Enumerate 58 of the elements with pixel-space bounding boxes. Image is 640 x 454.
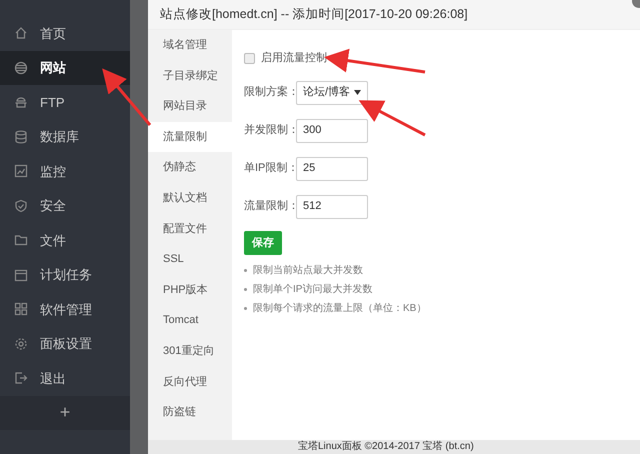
tab[interactable]: 301重定向	[148, 336, 232, 367]
tab[interactable]: 配置文件	[148, 214, 232, 244]
bullet-icon	[244, 269, 247, 272]
shield-icon	[14, 198, 28, 213]
sidebar-item[interactable]: 数据库	[0, 120, 130, 154]
note-text: 限制当前站点最大并发数	[253, 264, 363, 278]
annotation-arrow	[102, 68, 152, 126]
checkbox[interactable]	[244, 52, 255, 64]
folder-icon	[14, 233, 28, 248]
select-field[interactable]: 论坛/博客	[296, 80, 368, 104]
settings-icon	[14, 336, 28, 351]
select-value: 论坛/博客	[303, 84, 350, 100]
tab[interactable]: 网站目录	[148, 91, 232, 122]
home-icon	[14, 26, 28, 40]
tab[interactable]: 反向代理	[148, 366, 232, 398]
input-field[interactable]: 300	[296, 118, 368, 142]
sidebar-item[interactable]: 安全	[0, 188, 130, 223]
globe-icon	[14, 60, 28, 75]
tab[interactable]: 子目录绑定	[148, 60, 232, 92]
bullet-icon	[244, 288, 247, 291]
note-text: 限制每个请求的流量上限（单位：KB）	[253, 302, 426, 316]
grid-icon	[14, 302, 28, 316]
tab[interactable]: SSL	[148, 244, 232, 275]
tab[interactable]: 域名管理	[148, 30, 232, 61]
sidebar-item[interactable]: 面板设置	[0, 326, 130, 361]
note-text: 限制单个IP访问最大并发数	[253, 282, 372, 297]
sidebar-item[interactable]: 软件管理	[0, 292, 130, 326]
sidebar-item[interactable]: 退出	[0, 361, 130, 396]
footer-text: 宝塔Linux面板 ©2014-2017 宝塔 (bt.cn)	[148, 440, 640, 454]
field-label: 并发限制：	[244, 122, 296, 138]
bullet-icon	[244, 307, 247, 310]
input-field[interactable]: 25	[296, 156, 368, 180]
sidebar-item[interactable]: 首页	[0, 16, 130, 50]
monitor-icon	[14, 164, 28, 178]
input-field[interactable]: 512	[296, 194, 368, 218]
tab[interactable]: PHP版本	[148, 274, 232, 306]
field-label: 限制方案：	[244, 84, 296, 100]
calendar-icon	[14, 268, 28, 282]
tab[interactable]: 防盗链	[148, 397, 232, 428]
sidebar-item[interactable]: 文件	[0, 223, 130, 258]
field-label: 单IP限制：	[244, 161, 296, 176]
caret-icon	[354, 90, 361, 95]
sidebar-item[interactable]: 监控	[0, 154, 130, 188]
tab[interactable]: 流量限制	[148, 122, 232, 152]
sidebar-item[interactable]: FTP	[0, 85, 130, 120]
annotation-arrow	[358, 100, 426, 136]
tab[interactable]: 伪静态	[148, 152, 232, 183]
add-button[interactable]: +	[0, 396, 130, 430]
checkbox-label: 启用流量控制	[261, 50, 327, 66]
database-icon	[14, 130, 28, 144]
tab[interactable]: 默认文档	[148, 182, 232, 214]
tab[interactable]: Tomcat	[148, 305, 232, 336]
server-icon	[14, 95, 28, 110]
sidebar-item[interactable]: 网站	[0, 50, 130, 85]
dialog-title: 站点修改[homedt.cn] -- 添加时间[2017-10-20 09:26:08]	[148, 0, 640, 30]
field-label: 流量限制：	[244, 198, 296, 214]
sidebar-item[interactable]: 计划任务	[0, 258, 130, 292]
logout-icon	[14, 371, 28, 386]
